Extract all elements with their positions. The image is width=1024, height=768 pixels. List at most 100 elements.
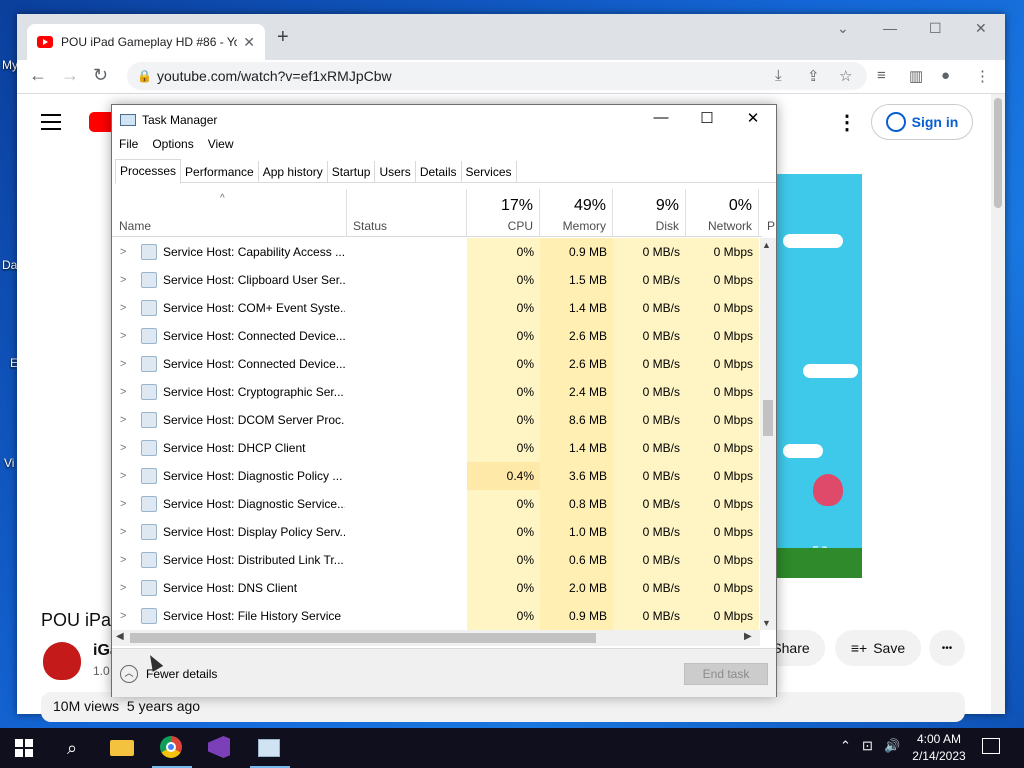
tm-maximize-button[interactable]: ☐ [684, 109, 730, 127]
process-row[interactable]: > Service Host: Connected Device... 0% 2.6 … [112, 350, 760, 378]
expand-chevron-icon[interactable]: > [120, 330, 126, 342]
profile-avatar-icon[interactable]: ● [941, 67, 950, 84]
share-icon[interactable]: ⇪ [807, 67, 820, 85]
expand-chevron-icon[interactable]: > [120, 386, 126, 398]
tab-performance[interactable]: Performance [181, 161, 259, 183]
desktop-icon-label[interactable]: Da [2, 258, 17, 272]
column-header-cpu[interactable]: 17% CPU [467, 189, 540, 237]
scroll-up-icon[interactable]: ▲ [762, 240, 771, 250]
process-row[interactable]: > Service Host: DCOM Server Proc... 0% 8.6 … [112, 406, 760, 434]
column-header-status[interactable]: Status [347, 189, 467, 237]
notification-center-icon[interactable] [982, 738, 1000, 754]
scroll-down-icon[interactable]: ▼ [762, 618, 771, 628]
column-header-network[interactable]: 0% Network [686, 189, 759, 237]
reload-icon[interactable]: ↻ [93, 65, 108, 86]
tm-minimize-button[interactable]: — [638, 109, 684, 126]
vscroll-thumb[interactable] [763, 400, 773, 436]
process-row[interactable]: > Service Host: Distributed Link Tr... 0% 0… [112, 546, 760, 574]
end-task-button[interactable]: End task [684, 663, 768, 685]
process-row[interactable]: > Service Host: DHCP Client 0% 1.4 MB 0 MB/s… [112, 434, 760, 462]
tab-details[interactable]: Details [416, 161, 462, 183]
process-row[interactable]: > Service Host: Cryptographic Ser... 0% 2.4… [112, 378, 760, 406]
expand-chevron-icon[interactable]: > [120, 246, 126, 258]
more-actions-button[interactable]: ••• [929, 630, 965, 666]
search-icon[interactable]: ⌕ [60, 736, 84, 760]
lock-icon[interactable]: 🔒 [137, 62, 152, 90]
new-tab-button[interactable]: + [277, 26, 289, 49]
page-scrollbar[interactable] [991, 94, 1005, 714]
tab-search-icon[interactable]: ⌄ [837, 20, 849, 37]
minimize-button[interactable]: — [883, 20, 897, 36]
hamburger-menu-icon[interactable] [41, 114, 61, 135]
page-scroll-thumb[interactable] [994, 98, 1002, 208]
bookmark-star-icon[interactable]: ☆ [839, 67, 852, 85]
tab-users[interactable]: Users [375, 161, 416, 183]
process-row[interactable]: > Service Host: DNS Client 0% 2.0 MB 0 MB/s 0… [112, 574, 760, 602]
scroll-left-icon[interactable]: ◀ [116, 631, 124, 642]
process-list-hscrollbar[interactable]: ◀ ▶ [112, 630, 760, 646]
expand-chevron-icon[interactable]: > [120, 526, 126, 538]
expand-chevron-icon[interactable]: > [120, 498, 126, 510]
sign-in-button[interactable]: Sign in [871, 104, 973, 140]
process-row[interactable]: > Service Host: COM+ Event Syste... 0% 1.4 … [112, 294, 760, 322]
process-row[interactable]: > Service Host: Capability Access ... 0% 0.… [112, 238, 760, 266]
network-tray-icon[interactable]: ⊡ [862, 738, 873, 754]
expand-chevron-icon[interactable]: > [120, 610, 126, 622]
close-window-button[interactable]: ✕ [975, 20, 987, 37]
collapse-chevron-icon[interactable]: ︿ [120, 665, 138, 683]
visual-studio-icon[interactable] [208, 736, 232, 760]
chrome-menu-icon[interactable]: ⋮ [975, 67, 990, 85]
scroll-right-icon[interactable]: ▶ [744, 631, 752, 642]
menu-view[interactable]: View [208, 137, 234, 157]
menu-file[interactable]: File [119, 137, 138, 157]
expand-chevron-icon[interactable]: > [120, 554, 126, 566]
expand-chevron-icon[interactable]: > [120, 582, 126, 594]
process-row[interactable]: > Service Host: Connected Device... 0% 2.6 … [112, 322, 760, 350]
column-header-memory[interactable]: 49% Memory [540, 189, 613, 237]
process-row[interactable]: > Service Host: Diagnostic Policy ... 0.4%… [112, 462, 760, 490]
system-clock[interactable]: 4:00 AM 2/14/2023 [904, 731, 974, 765]
expand-chevron-icon[interactable]: > [120, 358, 126, 370]
process-row[interactable]: > Service Host: Diagnostic Service... 0% 0.… [112, 490, 760, 518]
expand-chevron-icon[interactable]: > [120, 442, 126, 454]
settings-kebab-icon[interactable]: ⋮ [837, 110, 857, 135]
column-header-disk[interactable]: 9% Disk [613, 189, 686, 237]
tray-overflow-icon[interactable]: ⌃ [840, 738, 851, 754]
hscroll-thumb[interactable] [130, 633, 596, 643]
forward-icon[interactable]: → [61, 65, 79, 86]
task-manager-taskbar-icon[interactable] [250, 736, 290, 768]
media-control-icon[interactable]: ≡ [877, 67, 886, 84]
channel-avatar[interactable] [43, 642, 81, 680]
desktop-icon-label[interactable]: My [2, 58, 18, 72]
tab-processes[interactable]: Processes [115, 159, 182, 184]
tab-startup[interactable]: Startup [328, 161, 376, 183]
desktop-icon-label[interactable]: Vi [4, 456, 14, 470]
side-panel-icon[interactable]: ▥ [909, 67, 923, 85]
address-bar[interactable]: 🔒 youtube.com/watch?v=ef1xRMJpCbw [127, 62, 867, 90]
file-explorer-icon[interactable] [110, 736, 134, 760]
tm-close-button[interactable]: ✕ [730, 109, 776, 127]
process-row[interactable]: > Service Host: File History Service 0% 0.9… [112, 602, 760, 630]
column-header-name[interactable]: ^ Name [112, 189, 347, 237]
maximize-button[interactable]: ☐ [929, 20, 942, 37]
chrome-taskbar-icon[interactable] [152, 736, 192, 768]
column-header-partial[interactable]: P [759, 189, 775, 237]
menu-options[interactable]: Options [152, 137, 193, 157]
start-button[interactable] [12, 736, 36, 760]
tab-app-history[interactable]: App history [259, 161, 328, 183]
save-button[interactable]: ≡+ Save [835, 630, 921, 666]
video-player[interactable]: ⛶ [773, 174, 862, 578]
back-icon[interactable]: ← [29, 65, 47, 86]
install-app-icon[interactable]: ⤓ [775, 67, 782, 84]
process-list-vscrollbar[interactable]: ▲ ▼ [760, 238, 776, 630]
expand-chevron-icon[interactable]: > [120, 302, 126, 314]
expand-chevron-icon[interactable]: > [120, 414, 126, 426]
process-row[interactable]: > Service Host: Display Policy Serv... 0% 1… [112, 518, 760, 546]
expand-chevron-icon[interactable]: > [120, 274, 126, 286]
browser-tab[interactable]: POU iPad Gameplay HD #86 - Yo ✕ [27, 24, 265, 60]
volume-tray-icon[interactable]: 🔊 [884, 738, 900, 754]
tab-close-icon[interactable]: ✕ [243, 34, 255, 51]
process-row[interactable]: > Service Host: Clipboard User Ser... 0% 1.… [112, 266, 760, 294]
tab-services[interactable]: Services [462, 161, 517, 183]
expand-chevron-icon[interactable]: > [120, 470, 126, 482]
